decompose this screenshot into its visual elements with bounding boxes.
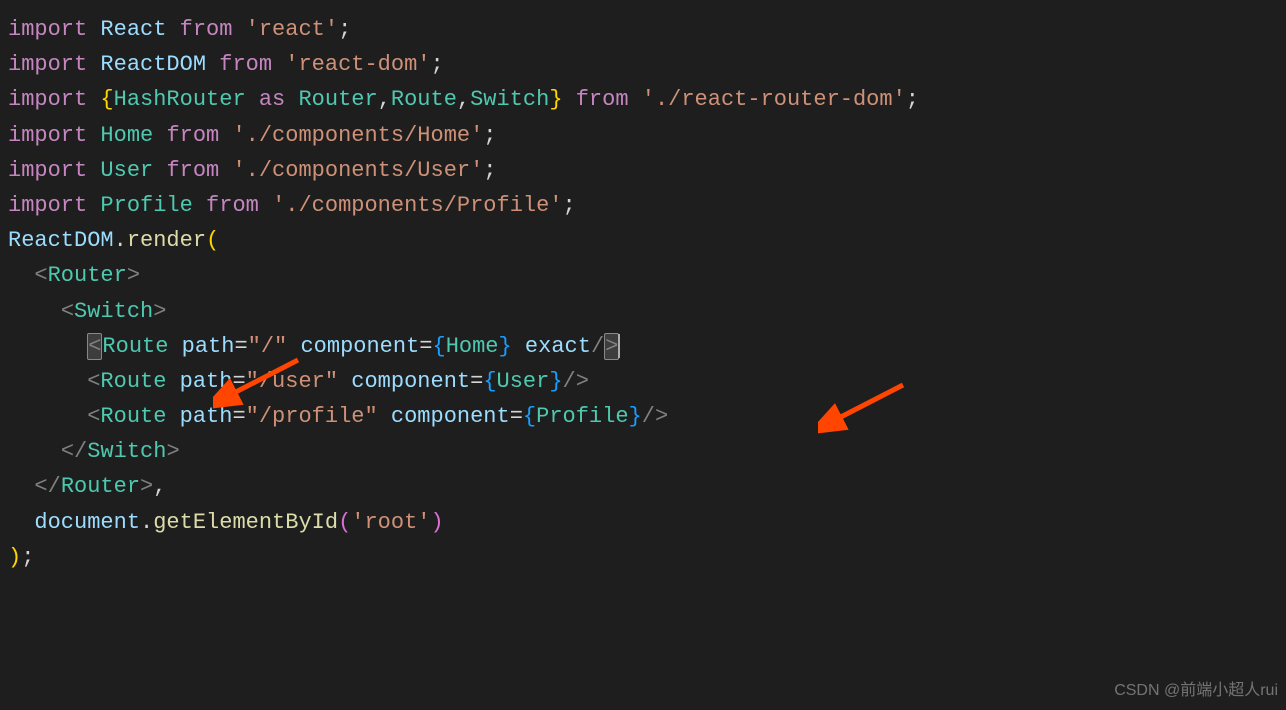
code-line: import React from 'react';	[8, 12, 1278, 47]
keyword-import: import	[8, 17, 87, 42]
watermark-text: CSDN @前端小超人rui	[1114, 678, 1278, 704]
type-switch: Switch	[470, 87, 549, 112]
string-literal: './components/User'	[232, 158, 483, 183]
keyword-import: import	[8, 193, 87, 218]
code-line: <Router>	[8, 258, 1278, 293]
function-render: render	[127, 228, 206, 253]
attr-path: path	[180, 369, 233, 394]
string-value: "/"	[248, 334, 288, 359]
code-line: import Home from './components/Home';	[8, 118, 1278, 153]
code-line: document.getElementById('root')	[8, 505, 1278, 540]
variable-document: document	[34, 510, 140, 535]
jsx-router-close: Router	[61, 474, 140, 499]
code-line: </Switch>	[8, 434, 1278, 469]
keyword-import: import	[8, 52, 87, 77]
variable-reactdom: ReactDOM	[100, 52, 206, 77]
jsx-switch-close: Switch	[87, 439, 166, 464]
text-cursor	[618, 334, 620, 358]
string-literal: './react-router-dom'	[642, 87, 906, 112]
keyword-import: import	[8, 123, 87, 148]
jsx-route: Route	[100, 369, 166, 394]
code-line: import {HashRouter as Router,Route,Switc…	[8, 82, 1278, 117]
code-line: import Profile from './components/Profil…	[8, 188, 1278, 223]
attr-component: component	[391, 404, 510, 429]
code-line: <Route path="/profile" component={Profil…	[8, 399, 1278, 434]
code-line: <Route path="/" component={Home} exact/>	[8, 329, 1278, 364]
jsx-router: Router	[48, 263, 127, 288]
type-router: Router	[298, 87, 377, 112]
keyword-from: from	[206, 193, 259, 218]
jsx-route: Route	[102, 334, 168, 359]
attr-exact: exact	[525, 334, 591, 359]
string-literal: 'react-dom'	[285, 52, 430, 77]
code-line: <Route path="/user" component={User}/>	[8, 364, 1278, 399]
function-getelementbyid: getElementById	[153, 510, 338, 535]
keyword-from: from	[166, 158, 219, 183]
type-profile: Profile	[536, 404, 628, 429]
keyword-from: from	[180, 17, 233, 42]
type-hashrouter: HashRouter	[114, 87, 246, 112]
code-line: <Switch>	[8, 294, 1278, 329]
attr-path: path	[180, 404, 233, 429]
keyword-from: from	[219, 52, 272, 77]
type-route: Route	[391, 87, 457, 112]
attr-path: path	[182, 334, 235, 359]
code-line: </Router>,	[8, 469, 1278, 504]
code-line: ReactDOM.render(	[8, 223, 1278, 258]
keyword-as: as	[259, 87, 285, 112]
jsx-switch: Switch	[74, 299, 153, 324]
type-home: Home	[100, 123, 153, 148]
string-value: "/profile"	[246, 404, 378, 429]
attr-component: component	[351, 369, 470, 394]
string-literal: './components/Home'	[232, 123, 483, 148]
type-user: User	[497, 369, 550, 394]
jsx-route: Route	[100, 404, 166, 429]
string-root: 'root'	[351, 510, 430, 535]
string-literal: './components/Profile'	[272, 193, 562, 218]
type-profile: Profile	[100, 193, 192, 218]
attr-component: component	[300, 334, 419, 359]
string-literal: 'react'	[246, 17, 338, 42]
keyword-from: from	[576, 87, 629, 112]
type-home: Home	[446, 334, 499, 359]
code-line: import ReactDOM from 'react-dom';	[8, 47, 1278, 82]
variable-reactdom: ReactDOM	[8, 228, 114, 253]
keyword-import: import	[8, 87, 87, 112]
type-user: User	[100, 158, 153, 183]
code-line: );	[8, 540, 1278, 575]
string-value: "/user"	[246, 369, 338, 394]
keyword-from: from	[166, 123, 219, 148]
keyword-import: import	[8, 158, 87, 183]
variable-react: React	[100, 17, 166, 42]
code-line: import User from './components/User';	[8, 153, 1278, 188]
code-editor[interactable]: import React from 'react'; import ReactD…	[8, 12, 1278, 575]
